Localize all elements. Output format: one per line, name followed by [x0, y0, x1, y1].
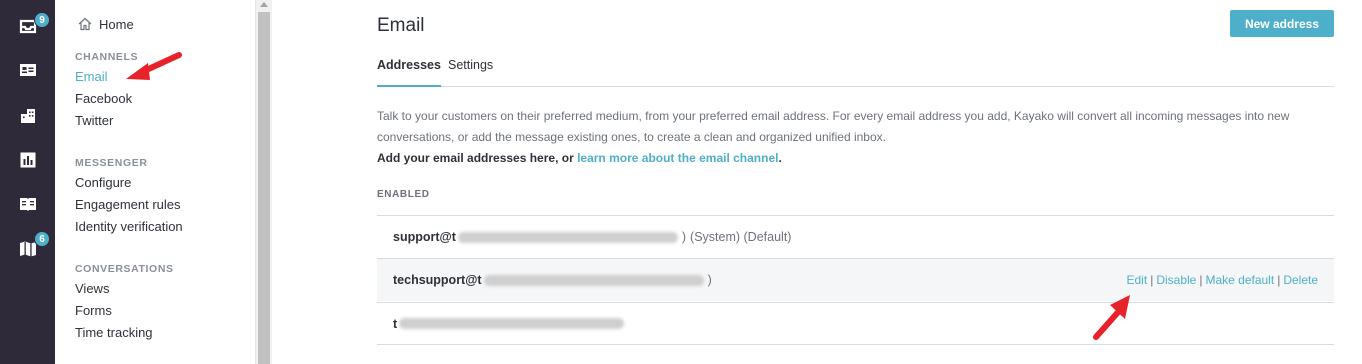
tab-addresses[interactable]: Addresses	[377, 58, 441, 87]
address-tail: )	[681, 230, 687, 244]
admin-badge: 6	[34, 231, 50, 247]
sidebar-item-time-tracking[interactable]: Time tracking	[75, 325, 153, 340]
sidebar-item-twitter[interactable]: Twitter	[75, 113, 113, 128]
tab-settings[interactable]: Settings	[448, 58, 493, 72]
address-prefix: t	[393, 316, 398, 331]
page-title: Email	[377, 15, 425, 36]
admin-nav[interactable]: 6	[0, 229, 55, 269]
description-text: Talk to your customers on their preferre…	[377, 109, 1290, 144]
section-heading-messenger: MESSENGER	[75, 157, 148, 169]
icon-rail: 9 6	[0, 0, 55, 364]
address-tail: )	[707, 273, 712, 287]
sidebar-item-engagement-rules[interactable]: Engagement rules	[75, 197, 181, 212]
home-icon	[78, 17, 92, 31]
sidebar-item-configure[interactable]: Configure	[75, 175, 131, 190]
sidebar-item-identity-verification[interactable]: Identity verification	[75, 219, 183, 234]
open-book-icon	[19, 198, 36, 211]
address-row[interactable]: support@t ) (System) (Default)	[377, 215, 1334, 258]
inbox-nav[interactable]: 9	[0, 6, 55, 46]
address-tags: (System) (Default)	[690, 230, 792, 244]
redacted-address	[483, 274, 704, 286]
cta-prefix: Add your email addresses here, or	[377, 151, 578, 165]
make-default-link[interactable]: Make default	[1205, 273, 1274, 287]
bar-chart-icon	[20, 152, 35, 168]
annotation-arrow-edit	[1093, 295, 1130, 340]
address-row[interactable]: t	[377, 302, 1334, 345]
sidebar-item-email[interactable]: Email	[75, 69, 108, 84]
section-heading-conversations: CONVERSATIONS	[75, 263, 174, 275]
edit-link[interactable]: Edit	[1127, 273, 1148, 287]
address-prefix: techsupport@t	[393, 273, 482, 287]
delete-link[interactable]: Delete	[1283, 273, 1318, 287]
sidebar-item-forms[interactable]: Forms	[75, 303, 112, 318]
home-label: Home	[99, 16, 134, 32]
cta-suffix: .	[778, 151, 782, 165]
annotation-arrow-email	[126, 52, 182, 80]
organizations-nav[interactable]	[0, 96, 55, 136]
new-address-button[interactable]: New address	[1230, 10, 1334, 37]
main-content: Email New address Addresses Settings Tal…	[272, 0, 1362, 364]
customers-nav[interactable]	[0, 50, 55, 90]
help-center-nav[interactable]	[0, 184, 55, 224]
insights-nav[interactable]	[0, 140, 55, 180]
sidebar-item-facebook[interactable]: Facebook	[75, 91, 132, 106]
address-row[interactable]: techsupport@t ) Edit | Disable | Make defaul…	[377, 258, 1334, 301]
redacted-address	[399, 318, 625, 329]
scrollbar-thumb[interactable]	[258, 12, 270, 364]
contact-card-icon	[19, 64, 36, 76]
tab-bar: Addresses Settings	[377, 56, 1334, 87]
redacted-address	[457, 231, 678, 243]
address-prefix: support@t	[393, 230, 456, 244]
inbox-badge: 9	[34, 12, 50, 28]
enabled-heading: ENABLED	[377, 189, 430, 200]
row-actions: Edit | Disable | Make default | Delete	[1126, 273, 1319, 287]
description: Talk to your customers on their preferre…	[377, 106, 1334, 169]
sidebar-scrollbar[interactable]	[255, 0, 272, 364]
building-icon	[20, 109, 35, 123]
learn-more-link[interactable]: learn more about the email channel	[577, 151, 778, 165]
scroll-up-arrow-icon[interactable]	[260, 2, 268, 7]
disable-link[interactable]: Disable	[1156, 273, 1196, 287]
sidebar-item-views[interactable]: Views	[75, 281, 109, 296]
home-link[interactable]: Home	[77, 16, 134, 32]
